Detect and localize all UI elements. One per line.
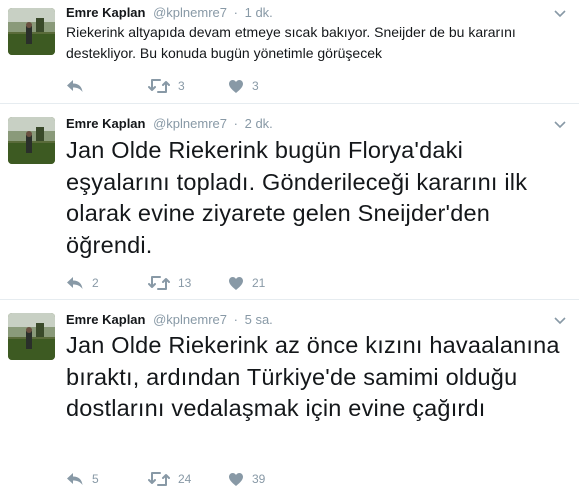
tweet-text: Jan Olde Riekerink az önce kızını havaal… bbox=[66, 332, 560, 421]
reply-button[interactable] bbox=[66, 76, 92, 96]
separator: · bbox=[233, 5, 238, 20]
retweet-icon bbox=[148, 275, 170, 291]
retweet-button[interactable]: 24 bbox=[148, 469, 191, 489]
separator: · bbox=[233, 116, 238, 131]
author-handle[interactable]: @kplnemre7 bbox=[153, 5, 227, 20]
heart-icon bbox=[228, 276, 244, 291]
like-button[interactable]: 3 bbox=[228, 76, 259, 96]
like-count: 21 bbox=[252, 276, 266, 290]
author-name[interactable]: Emre Kaplan bbox=[66, 116, 145, 131]
tweet-header: Emre Kaplan @kplnemre7 · 1 dk. bbox=[66, 4, 273, 22]
like-button[interactable]: 39 bbox=[228, 469, 265, 489]
tweet-actions: 2 13 21 bbox=[66, 273, 546, 293]
author-name[interactable]: Emre Kaplan bbox=[66, 312, 145, 327]
retweet-icon bbox=[148, 471, 170, 487]
reply-button[interactable]: 5 bbox=[66, 469, 99, 489]
separator: · bbox=[233, 312, 238, 327]
retweet-button[interactable]: 3 bbox=[148, 76, 185, 96]
chevron-down-icon[interactable] bbox=[553, 117, 567, 131]
heart-icon bbox=[228, 79, 244, 94]
tweet-text: Riekerink altyapıda devam etmeye sıcak b… bbox=[66, 24, 516, 61]
reply-icon bbox=[66, 276, 84, 290]
retweet-count: 13 bbox=[178, 276, 192, 290]
tweet-3[interactable]: Emre Kaplan @kplnemre7 · 5 sa. Jan Olde … bbox=[0, 301, 579, 494]
tweet-actions: 3 3 bbox=[66, 76, 546, 96]
retweet-icon bbox=[148, 78, 170, 94]
like-button[interactable]: 21 bbox=[228, 273, 265, 293]
tweet-text: Jan Olde Riekerink bugün Florya'daki eşy… bbox=[66, 137, 528, 258]
tweet-time[interactable]: 1 dk. bbox=[245, 5, 273, 20]
tweet-1[interactable]: Emre Kaplan @kplnemre7 · 1 dk. Riekerink… bbox=[0, 0, 579, 104]
tweet-header: Emre Kaplan @kplnemre7 · 2 dk. bbox=[66, 115, 273, 133]
author-name[interactable]: Emre Kaplan bbox=[66, 5, 145, 20]
avatar[interactable] bbox=[8, 8, 55, 55]
tweet-header: Emre Kaplan @kplnemre7 · 5 sa. bbox=[66, 311, 273, 329]
retweet-count: 24 bbox=[178, 472, 192, 486]
tweet-time[interactable]: 2 dk. bbox=[245, 116, 273, 131]
avatar[interactable] bbox=[8, 117, 55, 164]
chevron-down-icon[interactable] bbox=[553, 313, 567, 327]
tweet-2[interactable]: Emre Kaplan @kplnemre7 · 2 dk. Jan Olde … bbox=[0, 105, 579, 300]
like-count: 3 bbox=[252, 79, 259, 93]
retweet-count: 3 bbox=[178, 79, 185, 93]
reply-icon bbox=[66, 79, 84, 93]
like-count: 39 bbox=[252, 472, 266, 486]
tweet-actions: 5 24 39 bbox=[66, 469, 546, 489]
tweet-time[interactable]: 5 sa. bbox=[245, 312, 273, 327]
reply-button[interactable]: 2 bbox=[66, 273, 99, 293]
tweet-timeline: Emre Kaplan @kplnemre7 · 1 dk. Riekerink… bbox=[0, 0, 579, 494]
reply-count: 5 bbox=[92, 472, 99, 486]
author-handle[interactable]: @kplnemre7 bbox=[153, 116, 227, 131]
reply-count: 2 bbox=[92, 276, 99, 290]
heart-icon bbox=[228, 472, 244, 487]
chevron-down-icon[interactable] bbox=[553, 6, 567, 20]
reply-icon bbox=[66, 472, 84, 486]
retweet-button[interactable]: 13 bbox=[148, 273, 191, 293]
avatar[interactable] bbox=[8, 313, 55, 360]
author-handle[interactable]: @kplnemre7 bbox=[153, 312, 227, 327]
